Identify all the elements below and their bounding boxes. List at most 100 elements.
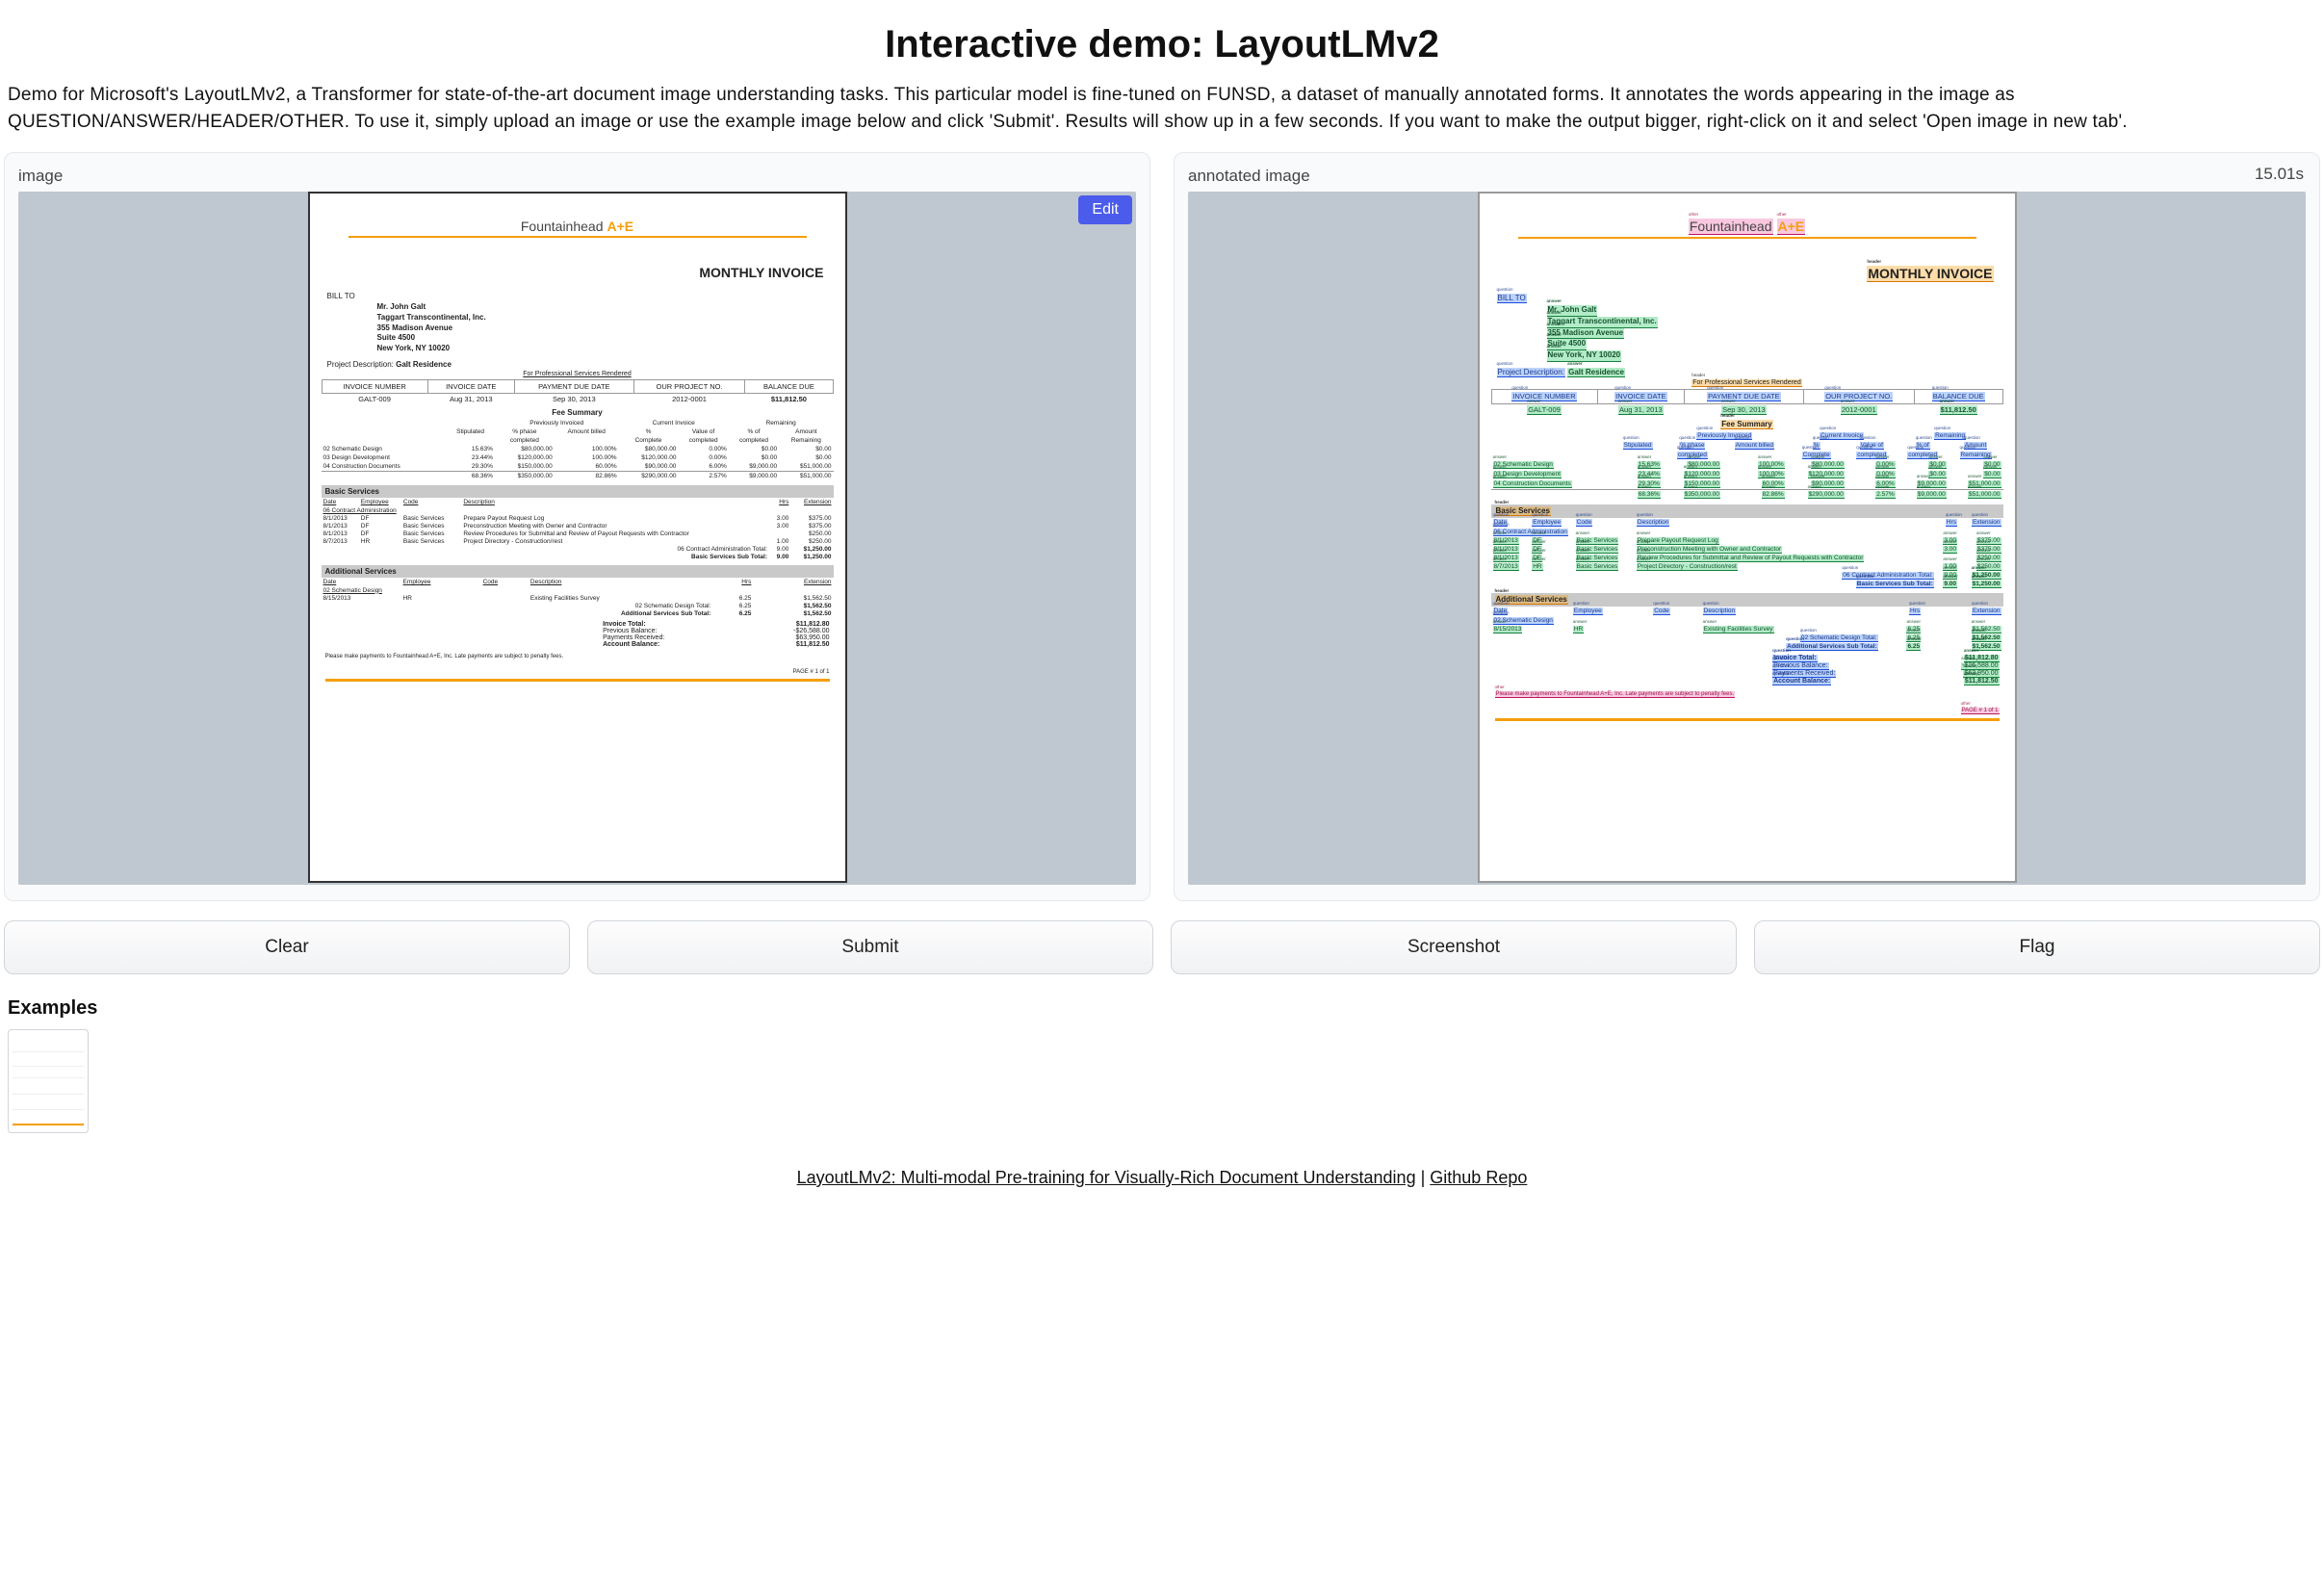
val-balance-due: $11,812.50: [745, 394, 833, 405]
col-invoice-date: INVOICE DATE: [427, 380, 514, 394]
output-image-area[interactable]: Fountainhead A+E MONTHLY INVOICE BILL TO…: [1188, 192, 2306, 885]
addr-city: New York, NY 10020: [377, 344, 834, 354]
col-project-no: OUR PROJECT NO.: [633, 380, 745, 394]
page-title: Interactive demo: LayoutLMv2: [4, 23, 2320, 66]
fee-row: 03 Design Development23.44%$120,000.0010…: [322, 453, 834, 462]
paper-link[interactable]: LayoutLMv2: Multi-modal Pre-training for…: [797, 1168, 1416, 1187]
addr-name: Mr. John Galt: [377, 302, 834, 313]
svc-row: 02 Schematic Design: [322, 586, 834, 594]
input-image-area[interactable]: Edit Fountainhead A+E MONTHLY INVOICE BI…: [18, 192, 1136, 885]
ann-projdesc-value: Galt Residence: [1567, 368, 1625, 377]
col-balance-due: BALANCE DUE: [745, 380, 833, 394]
payments-label: Payments Received:: [603, 634, 664, 641]
input-panel: image Edit Fountainhead A+E MONTHLY INVO…: [4, 152, 1150, 901]
svc-h-code-2: Code: [481, 578, 529, 586]
val-invoice-num: GALT-009: [322, 394, 427, 405]
ann-fee-summary-table: Previously InvoicedCurrent InvoiceRemain…: [1491, 431, 2003, 500]
prof-services-header: For Professional Services Rendered: [322, 371, 834, 377]
fee-total-row: 68.36%$350,000.0082.86%$290,000.002.57%$…: [322, 472, 834, 481]
input-document: Fountainhead A+E MONTHLY INVOICE BILL TO…: [308, 192, 847, 883]
val-invoice-date: Aug 31, 2013: [427, 394, 514, 405]
ann-fh1: Stipulated: [1623, 442, 1653, 450]
svc-row: 8/1/2013DFBasic ServicesReview Procedure…: [322, 530, 834, 537]
ann-svc-subtotal: Basic Services Sub Total:9.00$1,250.00: [1491, 580, 2003, 588]
addr-suite: Suite 4500: [377, 333, 834, 344]
feesum-h1: Stipulated: [446, 427, 495, 436]
addr-street: 355 Madison Avenue: [377, 323, 834, 334]
val-project-no: 2012-0001: [633, 394, 745, 405]
svc-row: 8/1/2013DFBasic ServicesPrepare Payout R…: [322, 514, 834, 522]
feesum-h3: Amount billed: [555, 427, 619, 436]
svc-row: 8/1/2013DFBasic ServicesPreconstruction …: [322, 522, 834, 530]
ann-doc-heading: MONTHLY INVOICE: [1491, 266, 1994, 282]
feesum-b5: completed: [678, 436, 728, 445]
feesum-h4: %: [619, 427, 679, 436]
feesum-cur: Current Invoice: [619, 419, 729, 427]
submit-button[interactable]: Submit: [587, 920, 1153, 974]
feesum-prev: Previously Invoiced: [495, 419, 619, 427]
ann-val-invnum: GALT-009: [1527, 405, 1562, 415]
divider: [349, 236, 807, 238]
ann-val-projno: 2012-0001: [1841, 405, 1877, 415]
ann-svc-row: 8/1/2013DFBasic ServicesReview Procedure…: [1491, 554, 2003, 562]
svc-h-date: Date: [322, 498, 359, 506]
ann-col-duedate: PAYMENT DUE DATE: [1707, 392, 1780, 401]
output-panel: annotated image 15.01s Fountainhead A+E …: [1174, 152, 2320, 901]
svc-h-hrs: Hrs: [769, 498, 790, 506]
footer-sep: |: [1416, 1168, 1431, 1187]
repo-link[interactable]: Github Repo: [1430, 1168, 1527, 1187]
edit-button[interactable]: Edit: [1078, 195, 1132, 224]
col-due-date: PAYMENT DUE DATE: [514, 380, 633, 394]
feesum-b4: Complete: [619, 436, 679, 445]
projdesc-value: Galt Residence: [396, 360, 452, 369]
svc-h-desc-2: Description: [529, 578, 712, 586]
ann-acctbal-label: Account Balance:: [1772, 678, 1831, 685]
footer: LayoutLMv2: Multi-modal Pre-training for…: [4, 1168, 2320, 1188]
ann-invoice-info-table: INVOICE NUMBER INVOICE DATE PAYMENT DUE …: [1491, 389, 2003, 416]
logo-suffix: A+E: [607, 219, 634, 234]
ann-totals: Invoice Total:$11,812.80 Previous Balanc…: [1491, 655, 2003, 685]
basic-services-bar: Basic Services: [322, 485, 834, 498]
ann-svch3b: Description: [1703, 608, 1737, 615]
ann-fee-summary: Fee Summary: [1491, 420, 2003, 429]
bottom-divider: [1495, 718, 2000, 721]
ann-fee-row: 02 Schematic Design15.63%$80,000.00100.0…: [1491, 460, 2003, 470]
ann-svch5b: Extension: [1972, 608, 2001, 615]
feesum-b2: completed: [495, 436, 555, 445]
svc-subtotal: Basic Services Sub Total:9.00$1,250.00: [322, 553, 834, 560]
footnote: Please make payments to Fountainhead A+E…: [322, 654, 834, 659]
elapsed-time: 15.01s: [2255, 165, 2304, 184]
ann-svch4: Hrs: [1946, 519, 1957, 527]
prev-bal-label: Previous Balance:: [603, 628, 657, 634]
payments: $63,950.00: [795, 634, 829, 641]
flag-button[interactable]: Flag: [1754, 920, 2320, 974]
fee-summary-label: Fee Summary: [322, 408, 834, 417]
ann-svch2b: Code: [1653, 608, 1670, 615]
ann-fee-total: 68.36%$350,000.0082.86%$290,000.002.57%$…: [1491, 490, 2003, 501]
ann-footnote: Please make payments to Fountainhead A+E…: [1491, 691, 2003, 698]
address-block: Mr. John Galt Taggart Transcontinental, …: [377, 302, 834, 354]
svc-subtotal: Additional Services Sub Total:6.25$1,562…: [322, 609, 834, 617]
ann-prof-services: For Professional Services Rendered: [1491, 379, 2003, 387]
screenshot-button[interactable]: Screenshot: [1171, 920, 1737, 974]
additional-services-table: DateEmployeeCodeDescriptionHrsExtension …: [322, 578, 834, 617]
page-description: Demo for Microsoft's LayoutLMv2, a Trans…: [8, 82, 2316, 135]
ann-col-invnum: INVOICE NUMBER: [1511, 392, 1576, 401]
val-due-date: Sep 30, 2013: [514, 394, 633, 405]
ann-svch1: Employee: [1532, 519, 1562, 527]
svc-h-code: Code: [401, 498, 461, 506]
svc-row: 8/15/2013HRExisting Facilities Survey6.2…: [322, 594, 834, 602]
page-number: PAGE # 1 of 1: [322, 669, 834, 675]
fee-row: 04 Construction Documents29.30%$150,000.…: [322, 462, 834, 472]
basic-services-table: DateEmployeeCodeDescriptionHrsExtension …: [322, 498, 834, 560]
examples-heading: Examples: [8, 997, 2320, 1020]
svc-subtotal: 06 Contract Administration Total:9.00$1,…: [322, 545, 834, 553]
ann-feerem: Remaining: [1934, 432, 1966, 440]
ann-svch4b: Hrs: [1909, 608, 1921, 615]
bill-to-label: BILL TO: [327, 292, 834, 300]
addr-company: Taggart Transcontinental, Inc.: [377, 313, 834, 323]
example-thumbnail[interactable]: [8, 1029, 89, 1133]
thumbnail-icon: [13, 1034, 84, 1128]
clear-button[interactable]: Clear: [4, 920, 570, 974]
action-buttons: Clear Submit Screenshot Flag: [4, 920, 2320, 974]
